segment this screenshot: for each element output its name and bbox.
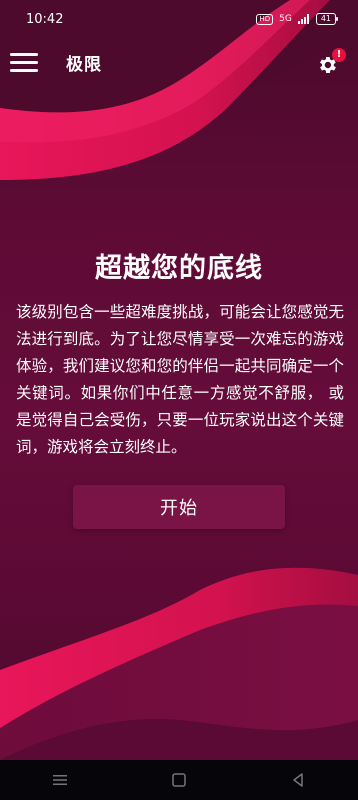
status-icons: HD 5G 41 xyxy=(256,13,339,25)
content-title: 超越您的底线 xyxy=(95,253,263,284)
battery-icon: 41 xyxy=(315,13,339,25)
menu-icon-bar xyxy=(10,53,38,56)
menu-button[interactable] xyxy=(10,51,40,73)
menu-icon xyxy=(52,775,67,785)
nav-home-button[interactable] xyxy=(159,765,199,795)
nav-back-button[interactable] xyxy=(278,765,318,795)
main-content: 超越您的底线 该级别包含一些超难度挑战，可能会让您感觉无法进行到底。为了让您尽情… xyxy=(0,246,358,529)
content-description: 该级别包含一些超难度挑战，可能会让您感觉无法进行到底。为了让您尽情享受一次难忘的… xyxy=(16,303,344,456)
page-title: 极限 xyxy=(66,54,102,75)
start-button[interactable]: 开始 xyxy=(73,485,285,529)
back-icon xyxy=(293,773,304,787)
menu-icon-bar xyxy=(10,61,38,64)
nav-menu-button[interactable] xyxy=(40,765,80,795)
network-icon: 5G xyxy=(279,14,292,24)
hd-icon: HD xyxy=(256,13,274,25)
status-bar: 10:42 HD 5G 41 xyxy=(0,0,358,38)
system-nav-bar xyxy=(0,760,358,800)
notification-badge: ! xyxy=(332,48,346,62)
home-icon xyxy=(172,773,186,787)
settings-button[interactable]: ! xyxy=(316,48,346,76)
signal-icon xyxy=(297,14,309,24)
status-time: 10:42 xyxy=(26,11,64,27)
menu-icon-bar xyxy=(10,69,38,72)
app-header: 极限 ! xyxy=(0,38,358,86)
